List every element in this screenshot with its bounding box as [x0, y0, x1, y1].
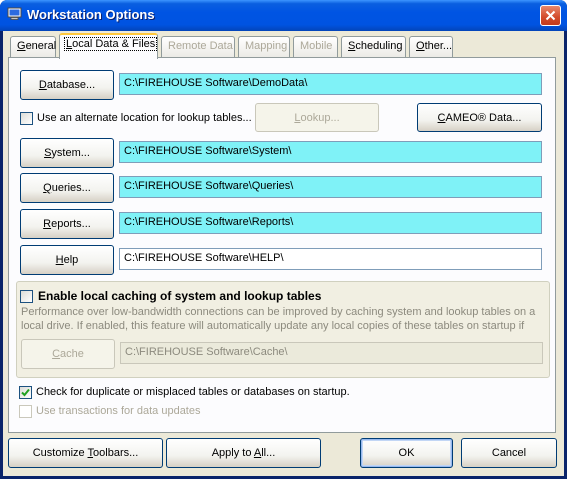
- help-path-field[interactable]: C:\FIREHOUSE Software\HELP\: [119, 248, 542, 270]
- transactions-checkbox: [19, 405, 32, 418]
- cameo-data-button[interactable]: CAMEO® Data...: [417, 103, 542, 132]
- checkmark-icon: [21, 388, 30, 397]
- apply-to-all-button[interactable]: Apply to All...: [166, 438, 321, 468]
- reports-button[interactable]: Reports...: [20, 209, 114, 239]
- tab-general[interactable]: General: [10, 36, 56, 57]
- system-button[interactable]: System...: [20, 138, 114, 168]
- tab-mobile: Mobile: [293, 36, 338, 57]
- cache-button: Cache: [21, 339, 115, 369]
- enable-caching-checkbox[interactable]: [20, 290, 33, 303]
- startup-check-label: Check for duplicate or misplaced tables …: [36, 386, 350, 398]
- caching-note-line1: Performance over low-bandwidth connectio…: [21, 306, 536, 318]
- title-bar[interactable]: Workstation Options: [0, 0, 567, 31]
- close-button[interactable]: [540, 5, 561, 26]
- enable-caching-label: Enable local caching of system and looku…: [38, 289, 322, 303]
- queries-path-field[interactable]: C:\FIREHOUSE Software\Queries\: [119, 176, 542, 198]
- tab-remote-data: Remote Data: [161, 36, 235, 57]
- alternate-lookup-checkbox[interactable]: [20, 112, 33, 125]
- customize-toolbars-button[interactable]: Customize Toolbars...: [8, 438, 163, 468]
- transactions-label: Use transactions for data updates: [36, 405, 201, 417]
- tab-local-data-files[interactable]: Local Data & Files: [59, 33, 158, 59]
- cancel-button[interactable]: Cancel: [461, 438, 557, 468]
- database-button[interactable]: Database...: [20, 70, 114, 100]
- close-icon: [545, 10, 556, 21]
- queries-button[interactable]: Queries...: [20, 173, 114, 203]
- reports-path-field[interactable]: C:\FIREHOUSE Software\Reports\: [119, 212, 542, 234]
- caching-note-line2: local drive. If enabled, this feature wi…: [21, 320, 525, 332]
- computer-icon: [7, 7, 22, 20]
- ok-button[interactable]: OK: [360, 438, 453, 468]
- system-path-field[interactable]: C:\FIREHOUSE Software\System\: [119, 141, 542, 163]
- lookup-button: Lookup...: [255, 103, 379, 132]
- window-title: Workstation Options: [27, 7, 155, 22]
- startup-check-checkbox[interactable]: [19, 386, 32, 399]
- database-path-field[interactable]: C:\FIREHOUSE Software\DemoData\: [119, 73, 542, 95]
- help-button[interactable]: Help: [20, 245, 114, 275]
- tab-other[interactable]: Other...: [409, 36, 453, 57]
- tab-mapping: Mapping: [238, 36, 290, 57]
- alternate-lookup-label: Use an alternate location for lookup tab…: [37, 112, 252, 124]
- cache-path-field: C:\FIREHOUSE Software\Cache\: [120, 342, 543, 364]
- tab-scheduling[interactable]: Scheduling: [341, 36, 406, 57]
